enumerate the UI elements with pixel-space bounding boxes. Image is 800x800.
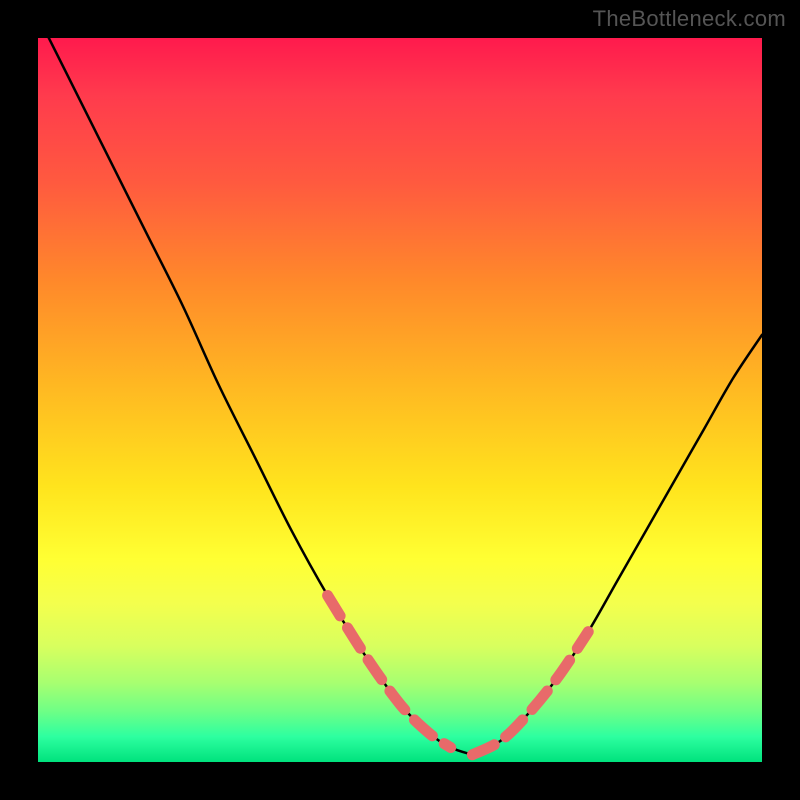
chart-frame: TheBottleneck.com (0, 0, 800, 800)
watermark-label: TheBottleneck.com (593, 6, 786, 32)
right-highlight (472, 632, 588, 755)
right-curve (472, 335, 762, 755)
left-curve (45, 31, 472, 755)
curve-layer (38, 38, 762, 762)
left-highlight (328, 595, 451, 747)
plot-area (38, 38, 762, 762)
